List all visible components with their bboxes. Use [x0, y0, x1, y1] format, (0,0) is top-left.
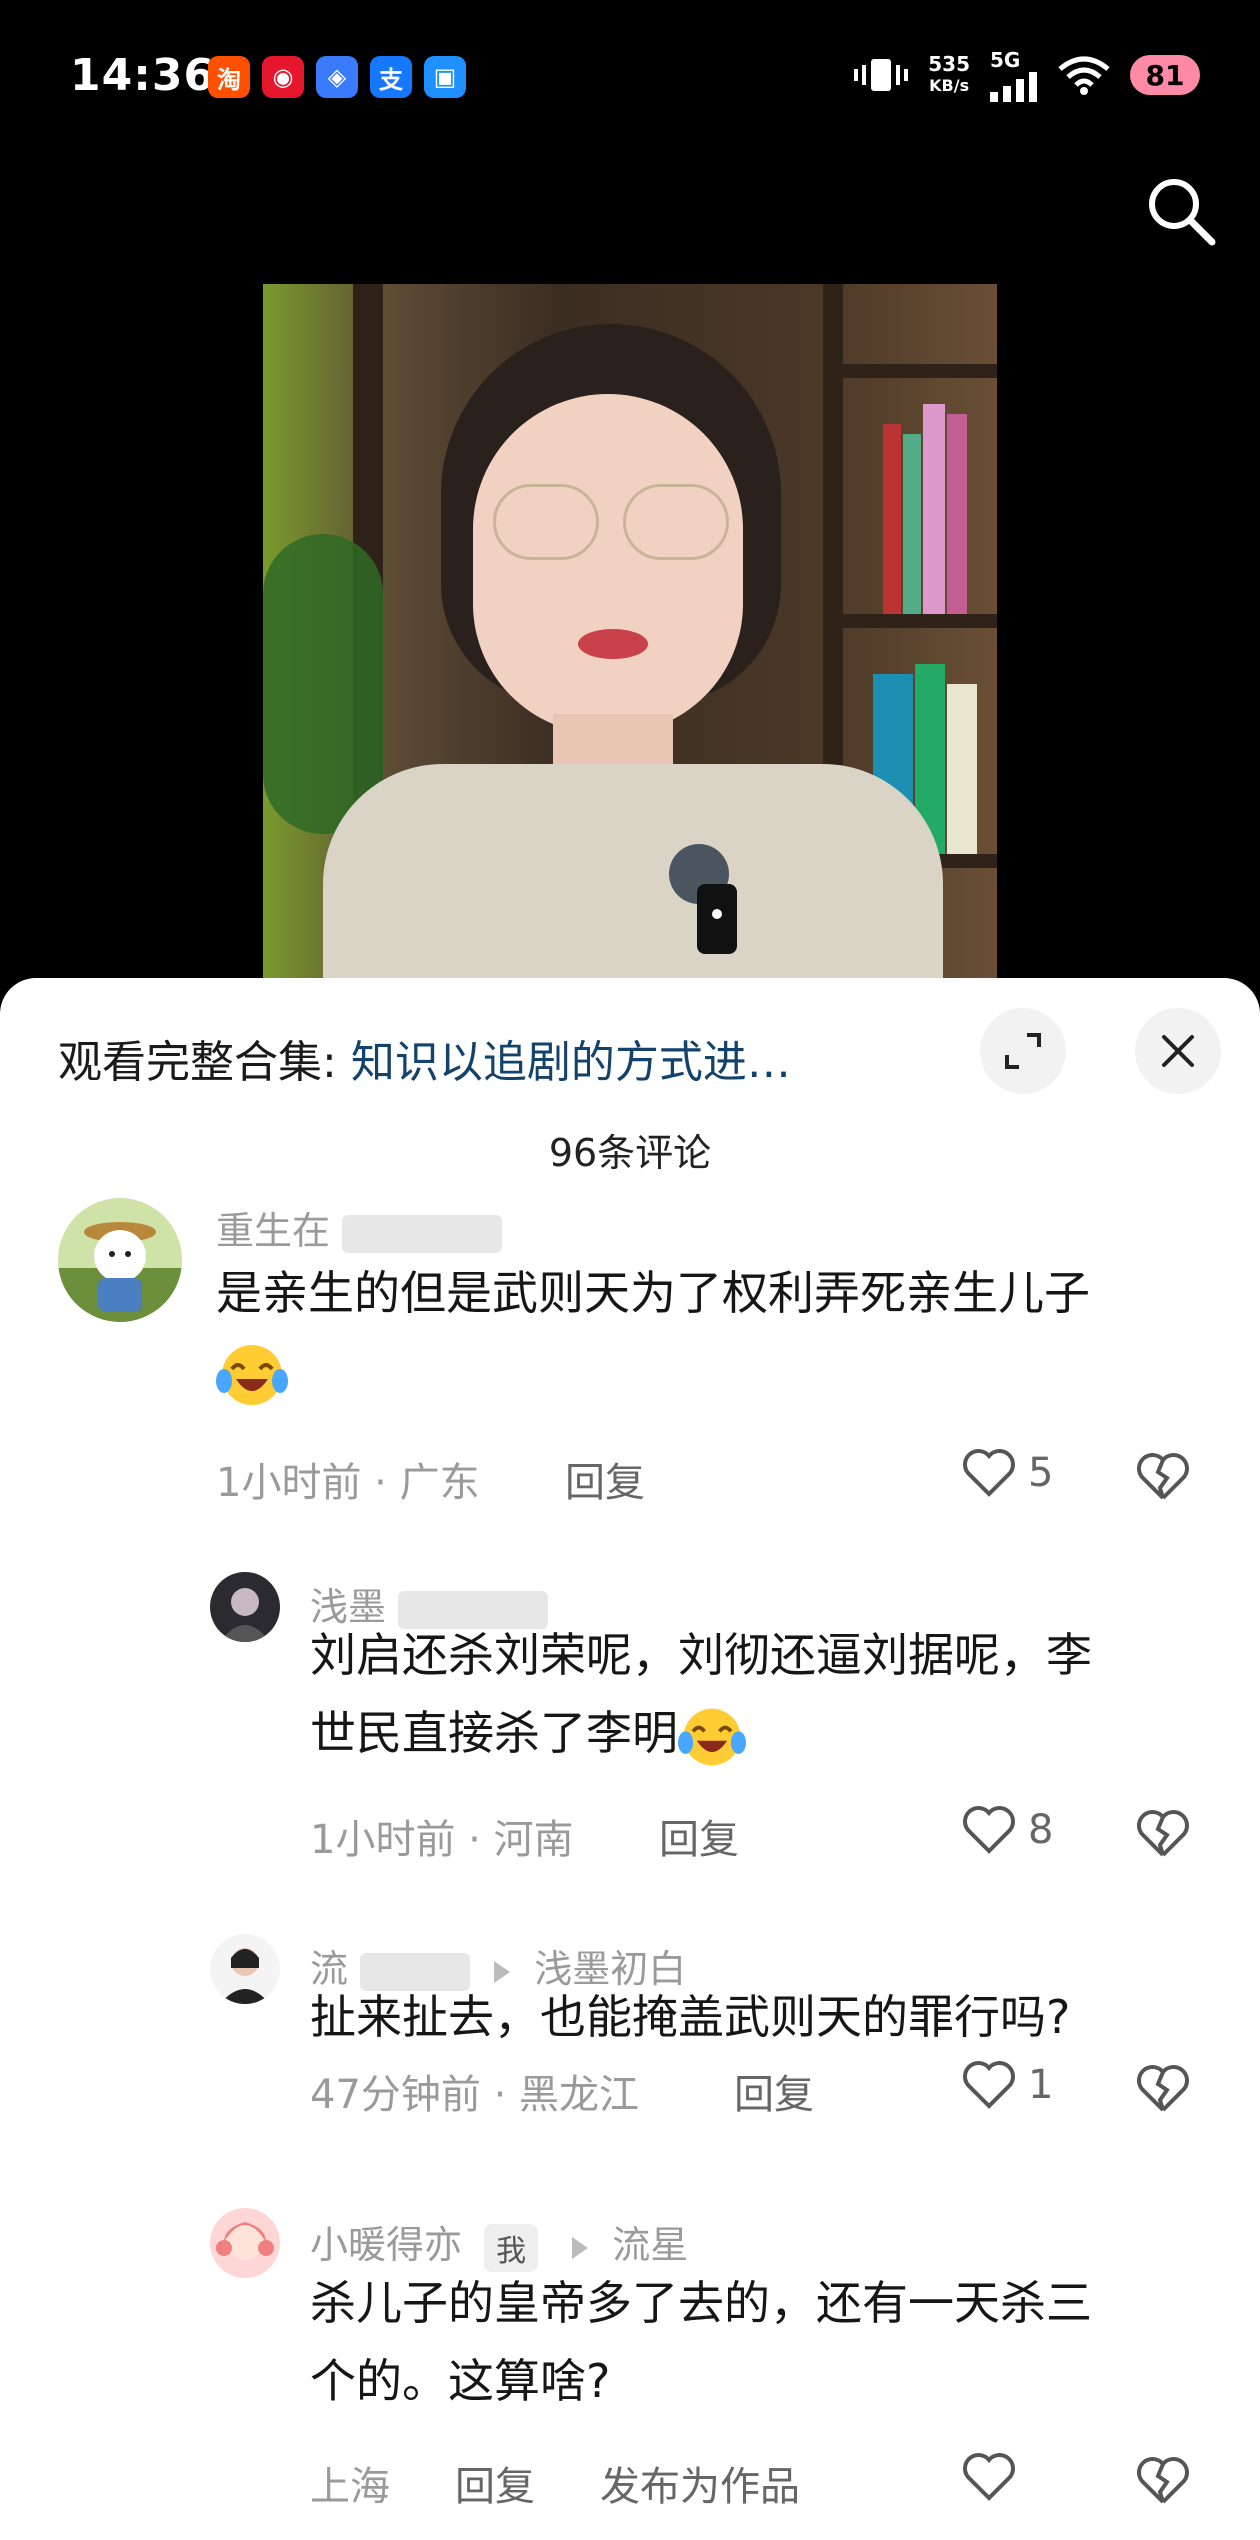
heart-icon [963, 1806, 1015, 1854]
comment-time-location: 47分钟前 · 黑龙江 [310, 2072, 640, 2118]
vibrate-icon [854, 59, 909, 91]
comment-username[interactable]: 重生在 [216, 1200, 503, 1255]
collection-link[interactable]: 知识以追剧的方式进… [351, 1037, 791, 1088]
comment-text: 扯来扯去，也能掩盖武则天的罪行吗? [310, 1990, 1071, 2044]
comment-location: 上海 [310, 2464, 390, 2510]
dislike-broken-heart-icon[interactable] [1136, 1452, 1190, 1502]
like-count: 1 [1028, 2062, 1054, 2108]
battery-indicator: 81 [1130, 55, 1200, 95]
alipay-icon: 支 [370, 56, 412, 98]
avatar[interactable] [58, 1198, 182, 1322]
presenter-dress [323, 764, 943, 984]
signal-bars-icon [990, 72, 1037, 102]
heart-icon [963, 1449, 1015, 1497]
reply-arrow-icon [572, 2236, 589, 2259]
comment-text: 是亲生的但是武则天为了权利弄死亲生儿子 [216, 1254, 1216, 1411]
taobao-icon: 淘 [208, 56, 250, 98]
like-button[interactable]: 1 [962, 2060, 1053, 2110]
like-button[interactable] [962, 2452, 1016, 2502]
comment-time-location: 1小时前 · 河南 [310, 1817, 574, 1863]
status-indicators: 535 KB/s 5G 81 [854, 48, 1200, 102]
comments-sheet: 观看完整合集: 知识以追剧的方式进… 96条评论 重生在 是亲生的但是武则天为了… [0, 978, 1260, 2540]
comment-time-location: 1小时前 · 广东 [216, 1460, 480, 1506]
avatar[interactable] [210, 1934, 280, 2004]
status-bar: 14:36 淘 ◉ ◈ 支 ▣ 535 KB/s 5G 81 [0, 0, 1260, 160]
reply-to-username[interactable]: 流星 [612, 2223, 688, 2267]
heart-icon [963, 2061, 1015, 2109]
comment-count: 96条评论 [548, 1131, 712, 1175]
comment-text: 刘启还杀刘荣呢，刘彻还逼刘据呢，李 世民直接杀了李明 [310, 1616, 1210, 1772]
clock: 14:36 [70, 50, 216, 101]
dislike-broken-heart-icon[interactable] [1136, 2064, 1190, 2114]
baidu-netdisk-icon: ◈ [316, 56, 358, 98]
wifi-icon [1058, 56, 1110, 95]
comment-item: 重生在 是亲生的但是武则天为了权利弄死亲生儿子 1小时前 · 广东 回复 5 [0, 1198, 1260, 1518]
presenter-face [473, 394, 743, 734]
comment-username[interactable]: 小暖得亦 我 流星 [310, 2214, 688, 2272]
plant [263, 534, 383, 834]
close-button[interactable] [1135, 1008, 1221, 1094]
avatar[interactable] [210, 2208, 280, 2278]
notification-app-icons: 淘 ◉ ◈ 支 ▣ [208, 56, 466, 98]
like-button[interactable]: 8 [962, 1805, 1053, 1855]
microphone-icon [669, 844, 737, 954]
glasses [493, 484, 599, 560]
expand-icon [1005, 1033, 1041, 1069]
like-count: 8 [1028, 1807, 1054, 1853]
laugh-cry-emoji-icon [216, 1344, 288, 1405]
avatar[interactable] [210, 1572, 280, 1642]
comment-text: 杀儿子的皇帝多了去的，还有一天杀三 个的。这算啥? [310, 2276, 1092, 2408]
heart-icon [963, 2453, 1015, 2501]
dislike-broken-heart-icon[interactable] [1136, 1809, 1190, 1859]
comment-item: 流 浅墨初白 扯来扯去，也能掩盖武则天的罪行吗? 47分钟前 · 黑龙江 回复 … [0, 1934, 1260, 2154]
dislike-broken-heart-icon[interactable] [1136, 2456, 1190, 2506]
comment-item: 浅墨 刘启还杀刘荣呢，刘彻还逼刘据呢，李 世民直接杀了李明 1小时前 · 河南 … [0, 1572, 1260, 1872]
network-speed: 535 KB/s [928, 52, 970, 95]
laugh-cry-emoji-icon [678, 1708, 746, 1765]
reply-button[interactable]: 回复 [455, 2454, 535, 2512]
reply-button[interactable]: 回复 [734, 2062, 814, 2120]
like-button[interactable]: 5 [962, 1448, 1053, 1498]
weibo-icon: ◉ [262, 56, 304, 98]
like-count: 5 [1028, 1450, 1054, 1496]
comment-item: 小暖得亦 我 流星 杀儿子的皇帝多了去的，还有一天杀三 个的。这算啥? 上海 回… [0, 2208, 1260, 2538]
cellular-signal: 5G [990, 48, 1038, 102]
blurred-name [342, 1214, 503, 1253]
tencent-icon: ▣ [424, 56, 466, 98]
video-player[interactable] [263, 284, 997, 984]
search-icon[interactable] [1140, 170, 1220, 250]
reply-button[interactable]: 回复 [659, 1807, 739, 1865]
expand-button[interactable] [980, 1008, 1066, 1094]
reply-button[interactable]: 回复 [565, 1450, 645, 1508]
collection-banner[interactable]: 观看完整合集: 知识以追剧的方式进… [58, 1026, 791, 1090]
publish-as-work-button[interactable]: 发布为作品 [600, 2454, 800, 2512]
close-icon [1162, 1035, 1194, 1067]
